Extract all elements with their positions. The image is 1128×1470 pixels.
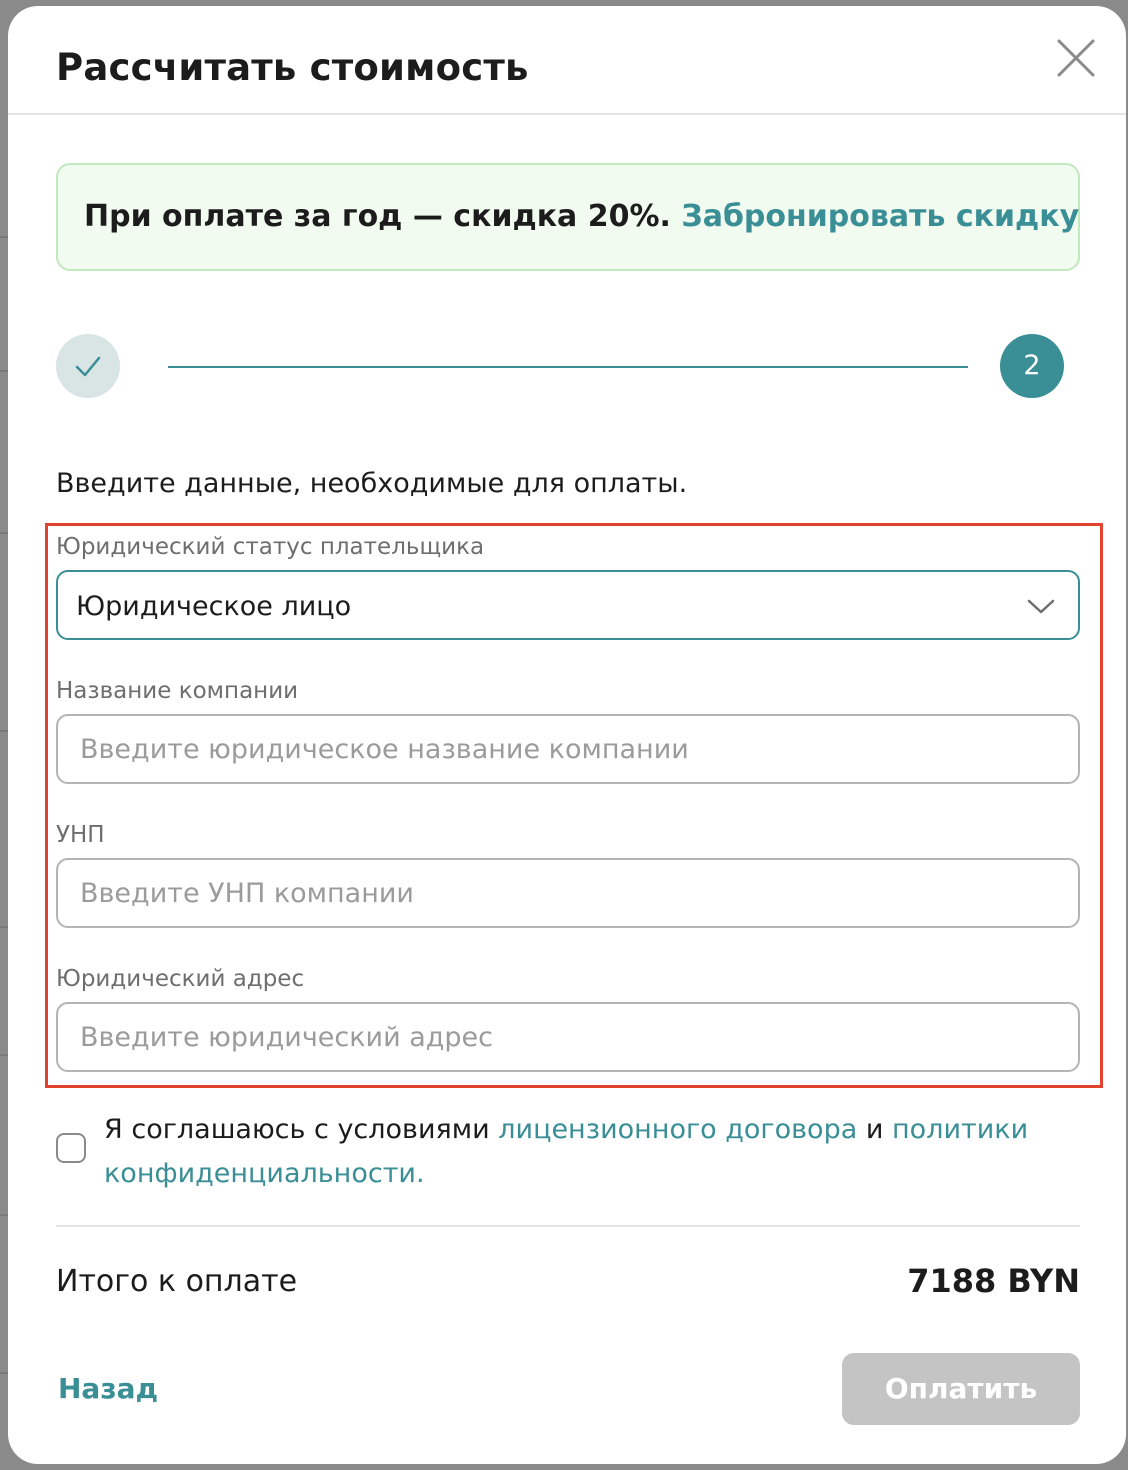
checkmark-icon bbox=[75, 356, 101, 377]
discount-message: При оплате за год — скидка 20%. bbox=[84, 199, 671, 234]
payer-status-select[interactable]: Юридическое лицо bbox=[56, 570, 1080, 640]
unp-label: УНП bbox=[56, 822, 105, 848]
discount-banner: При оплате за год — скидка 20%. Забронир… bbox=[56, 163, 1080, 271]
payer-status-label: Юридический статус плательщика bbox=[56, 534, 485, 560]
consent-text: Я соглашаюсь с условиями лицензионного д… bbox=[104, 1108, 1044, 1196]
stepper-progress-line bbox=[168, 366, 968, 368]
discount-text: При оплате за год — скидка 20%. Забронир… bbox=[84, 199, 1079, 234]
header-divider bbox=[8, 113, 1126, 115]
modal-title: Рассчитать стоимость bbox=[56, 46, 529, 89]
calculate-cost-modal: Рассчитать стоимость При оплате за год —… bbox=[8, 6, 1126, 1464]
reserve-discount-link[interactable]: Забронировать скидку bbox=[681, 199, 1079, 234]
consent-and: и bbox=[865, 1114, 884, 1145]
step-2-current: 2 bbox=[1000, 334, 1064, 398]
chevron-down-icon bbox=[1027, 599, 1055, 614]
license-agreement-link[interactable]: лицензионного договора bbox=[498, 1114, 857, 1145]
footer-divider bbox=[56, 1225, 1080, 1227]
consent-checkbox[interactable] bbox=[56, 1133, 86, 1163]
step-1-completed bbox=[56, 334, 120, 398]
legal-address-input[interactable] bbox=[56, 1002, 1080, 1072]
pay-button[interactable]: Оплатить bbox=[842, 1353, 1080, 1425]
total-label: Итого к оплате bbox=[56, 1264, 298, 1299]
consent-prefix: Я соглашаюсь с условиями bbox=[104, 1114, 490, 1145]
total-amount: 7188 BYN bbox=[907, 1262, 1080, 1300]
close-icon[interactable] bbox=[1054, 36, 1098, 80]
legal-address-label: Юридический адрес bbox=[56, 966, 305, 992]
unp-input[interactable] bbox=[56, 858, 1080, 928]
form-intro-text: Введите данные, необходимые для оплаты. bbox=[56, 468, 688, 499]
back-button[interactable]: Назад bbox=[58, 1372, 158, 1405]
payer-status-value: Юридическое лицо bbox=[76, 591, 352, 622]
company-name-input[interactable] bbox=[56, 714, 1080, 784]
company-name-label: Название компании bbox=[56, 678, 299, 704]
